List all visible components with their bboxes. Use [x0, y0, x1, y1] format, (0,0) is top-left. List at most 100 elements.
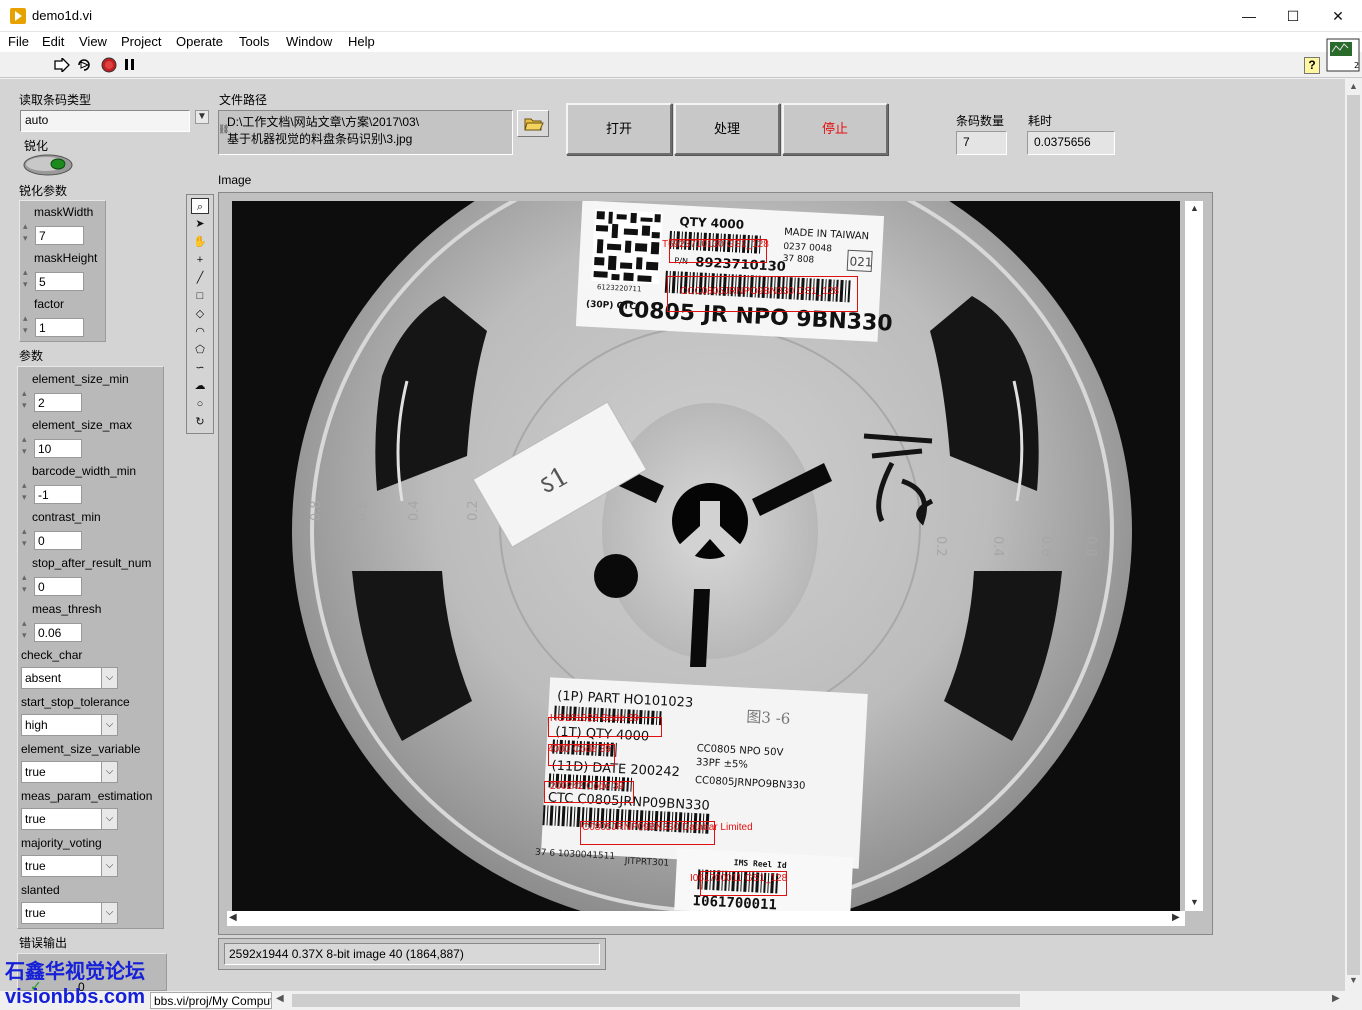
element-size-max-spinner[interactable] — [22, 434, 31, 459]
pause-icon[interactable] — [124, 58, 136, 72]
maximize-button[interactable]: ☐ — [1270, 0, 1316, 32]
panel-horizontal-scrollbar[interactable]: ◀ ▶ — [272, 992, 1345, 1009]
factor-spinner[interactable] — [23, 313, 32, 338]
file-path-line2: 基于机器视觉的料盘条码识别\3.jpg — [227, 132, 413, 146]
contrast-min-spinner[interactable] — [22, 526, 31, 551]
element-size-min-spinner[interactable] — [22, 388, 31, 413]
maskwidth-input[interactable]: 7 — [35, 226, 84, 245]
menu-project[interactable]: Project — [121, 34, 161, 49]
menu-file[interactable]: File — [8, 34, 29, 49]
point-tool-icon[interactable]: + — [191, 252, 209, 268]
meas-thresh-spinner[interactable] — [22, 618, 31, 643]
image-label: Image — [218, 173, 252, 187]
folder-icon — [524, 118, 544, 131]
image-vertical-scrollbar[interactable]: ▲ ▼ — [1185, 201, 1203, 911]
element-size-variable-ring[interactable]: true — [21, 761, 102, 783]
panel-vertical-scrollbar[interactable]: ▲ ▼ — [1345, 79, 1362, 991]
menu-help[interactable]: Help — [348, 34, 375, 49]
broken-line-tool-icon[interactable]: ↻ — [191, 414, 209, 430]
element-size-min-input[interactable]: 2 — [34, 393, 82, 412]
annulus-tool-icon[interactable]: ◠ — [191, 324, 209, 340]
start-stop-tolerance-dropdown-icon[interactable]: ⌵ — [101, 714, 118, 736]
vi-connector-icon: 2 — [1326, 38, 1360, 72]
factor-input[interactable]: 1 — [35, 318, 84, 337]
stop-after-result-num-input[interactable]: 0 — [34, 577, 82, 596]
pan-hand-icon[interactable]: ✋ — [191, 234, 209, 250]
oval-tool-icon[interactable]: ○ — [191, 396, 209, 412]
barcode-count-label: 条码数量 — [956, 114, 1005, 128]
scroll-up-icon[interactable]: ▲ — [1190, 203, 1199, 213]
rectangle-tool-icon[interactable]: □ — [191, 288, 209, 304]
maskheight-spinner[interactable] — [23, 267, 32, 292]
panel-scroll-right-icon[interactable]: ▶ — [1332, 993, 1340, 1004]
meas-param-estimation-ring[interactable]: true — [21, 808, 102, 830]
meas-thresh-input[interactable]: 0.06 — [34, 623, 82, 642]
top-label-box: 021 — [849, 254, 873, 269]
slanted-ring[interactable]: true — [21, 902, 102, 924]
barcode-width-min-spinner[interactable] — [22, 480, 31, 505]
menu-tools[interactable]: Tools — [239, 34, 269, 49]
polygon-tool-icon[interactable]: ⬠ — [191, 342, 209, 358]
scale-mark-8: 0.2 — [933, 536, 948, 557]
barcode-type-input[interactable]: auto — [20, 110, 190, 132]
rotated-rect-tool-icon[interactable]: ◇ — [191, 306, 209, 322]
run-arrow-icon[interactable] — [54, 58, 70, 72]
browse-button[interactable] — [517, 110, 549, 137]
panel-scroll-left-icon[interactable]: ◀ — [276, 993, 284, 1004]
process-button[interactable]: 处理 — [674, 103, 780, 155]
barcode-width-min-label: barcode_width_min — [32, 464, 137, 478]
panel-scroll-down-icon[interactable]: ▼ — [1349, 975, 1358, 985]
maskheight-label: maskHeight — [34, 251, 98, 265]
freehand-tool-icon[interactable]: ∽ — [191, 360, 209, 376]
slanted-dropdown-icon[interactable]: ⌵ — [101, 902, 118, 924]
sharpen-toggle[interactable] — [22, 153, 76, 177]
pointer-tool-icon[interactable]: ➤ — [191, 216, 209, 232]
contrast-min-input[interactable]: 0 — [34, 531, 82, 550]
labview-vi-icon — [10, 8, 26, 24]
maskwidth-spinner[interactable] — [23, 221, 32, 246]
menu-edit[interactable]: Edit — [42, 34, 64, 49]
menu-window[interactable]: Window — [286, 34, 332, 49]
scroll-left-icon[interactable]: ◀ — [229, 912, 237, 923]
sharpen-params-label: 锐化参数 — [19, 184, 68, 198]
element-size-variable-label: element_size_variable — [21, 742, 141, 756]
element-size-variable-dropdown-icon[interactable]: ⌵ — [101, 761, 118, 783]
barcode-count-value: 7 — [956, 131, 1007, 155]
result-text-6: C0805JRNP09BN330 Databar Limited — [582, 822, 753, 833]
majority-voting-dropdown-icon[interactable]: ⌵ — [101, 855, 118, 877]
stop-after-result-num-spinner[interactable] — [22, 572, 31, 597]
check-char-label: check_char — [21, 648, 83, 662]
start-stop-tolerance-ring[interactable]: high — [21, 714, 102, 736]
menu-view[interactable]: View — [79, 34, 107, 49]
image-display[interactable]: 0.8 0.6 0.4 0.2 0.8 0.6 0.4 0.2 ऽ1 QTY 4… — [232, 201, 1180, 911]
majority-voting-ring[interactable]: true — [21, 855, 102, 877]
line-tool-icon[interactable]: ╱ — [191, 270, 209, 286]
barcode-type-dropdown-icon[interactable]: ▼ — [195, 110, 209, 124]
open-button[interactable]: 打开 — [566, 103, 672, 155]
scroll-down-icon[interactable]: ▼ — [1190, 897, 1199, 907]
abort-icon[interactable] — [101, 57, 117, 73]
zoom-icon[interactable]: ⌕ — [191, 198, 209, 214]
top-label-code2: 37 808 — [782, 254, 814, 266]
barcode-width-min-input[interactable]: -1 — [34, 485, 82, 504]
check-char-ring[interactable]: absent — [21, 667, 102, 689]
freehand-region-tool-icon[interactable]: ☁ — [191, 378, 209, 394]
meas-param-estimation-dropdown-icon[interactable]: ⌵ — [101, 808, 118, 830]
stop-button[interactable]: 停止 — [782, 103, 888, 155]
menu-bar: File Edit View Project Operate Tools Win… — [0, 32, 1362, 52]
context-help-icon[interactable]: ? — [1304, 57, 1320, 74]
panel-scroll-thumb[interactable] — [1347, 95, 1360, 975]
minimize-button[interactable]: — — [1226, 0, 1272, 32]
menu-operate[interactable]: Operate — [176, 34, 223, 49]
file-path-input[interactable]: D:\工作文档\网站文章\方案\2017\03\ 基于机器视觉的料盘条码识别\3… — [218, 110, 513, 155]
image-horizontal-scrollbar[interactable]: ◀ ▶ — [227, 911, 1185, 926]
panel-scroll-up-icon[interactable]: ▲ — [1349, 81, 1358, 91]
maskheight-input[interactable]: 5 — [35, 272, 84, 291]
element-size-max-input[interactable]: 10 — [34, 439, 82, 458]
panel-hscroll-thumb[interactable] — [292, 994, 1020, 1007]
check-char-dropdown-icon[interactable]: ⌵ — [101, 667, 118, 689]
close-button[interactable]: ✕ — [1315, 0, 1361, 32]
scroll-right-icon[interactable]: ▶ — [1172, 912, 1180, 923]
result-text-3: HO101023 Code 39 — [550, 713, 639, 724]
run-continuously-icon[interactable] — [76, 57, 92, 73]
